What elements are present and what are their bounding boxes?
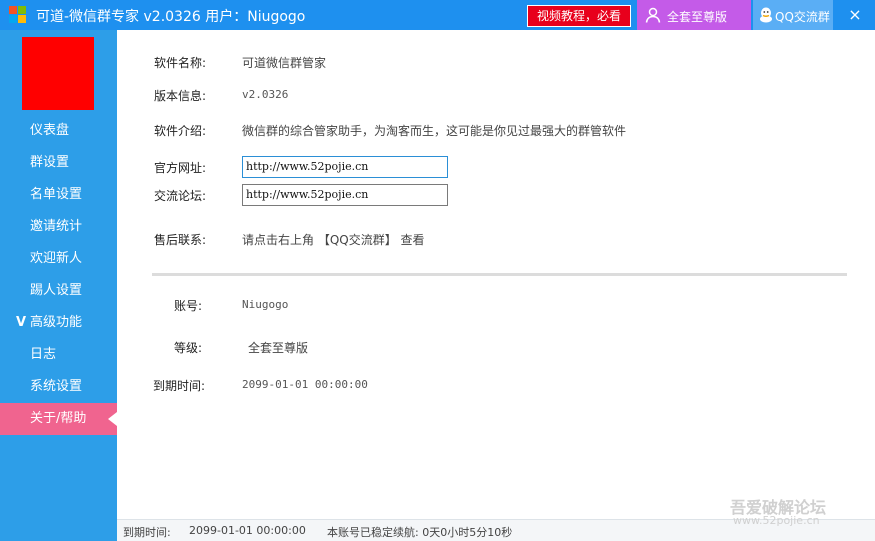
qq-penguin-icon (760, 7, 772, 23)
expiry-value: 2099-01-01 00:00:00 (242, 378, 368, 391)
status-runtime: 本账号已稳定续航: 0天0小时5分10秒 (327, 526, 513, 539)
sidebar-item-log[interactable]: 日志 (0, 339, 117, 371)
sidebar-item-welcome[interactable]: 欢迎新人 (0, 243, 117, 275)
sidebar-item-label: 邀请统计 (30, 219, 83, 234)
expand-chevron-icon: V (16, 315, 27, 330)
sidebar-item-advanced[interactable]: V 高级功能 (0, 307, 117, 339)
avatar[interactable] (22, 37, 94, 110)
software-name-value: 可道微信群管家 (242, 56, 327, 70)
sidebar-item-label: 系统设置 (30, 379, 83, 394)
sidebar-item-label: 高级功能 (30, 315, 83, 330)
account-label: 账号: (174, 299, 203, 313)
forum-field[interactable]: http://www.52pojie.cn (242, 184, 448, 206)
watermark-url: www.52pojie.cn (733, 514, 820, 527)
sidebar-item-label: 仪表盘 (30, 123, 70, 138)
vip-edition-button[interactable]: 全套至尊版 (637, 0, 751, 30)
window-title: 可道-微信群专家 v2.0326 用户：Niugogo (36, 9, 306, 25)
version-label: 版本信息: (154, 89, 207, 103)
sidebar-item-label: 日志 (30, 347, 57, 362)
status-expiry-value: 2099-01-01 00:00:00 (189, 524, 306, 537)
sidebar-item-dashboard[interactable]: 仪表盘 (0, 115, 117, 147)
intro-label: 软件介绍: (154, 124, 207, 138)
support-value: 请点击右上角 【QQ交流群】 查看 (242, 233, 425, 247)
sidebar-item-label: 欢迎新人 (30, 251, 83, 266)
close-button[interactable]: × (840, 3, 870, 27)
sidebar-item-invite-stats[interactable]: 邀请统计 (0, 211, 117, 243)
sidebar-item-label: 关于/帮助 (30, 411, 87, 426)
title-bar: 可道-微信群专家 v2.0326 用户：Niugogo 视频教程，必看 全套至尊… (0, 0, 875, 30)
website-field[interactable]: http://www.52pojie.cn (242, 156, 448, 178)
sidebar-item-about-help[interactable]: 关于/帮助 (0, 403, 117, 435)
forum-label: 交流论坛: (154, 189, 207, 203)
sidebar-item-list-settings[interactable]: 名单设置 (0, 179, 117, 211)
website-label: 官方网址: (154, 161, 207, 175)
software-name-label: 软件名称: (154, 56, 207, 70)
sidebar-item-label: 群设置 (30, 155, 70, 170)
status-expiry-label: 到期时间: (123, 526, 171, 539)
sidebar-item-kick-settings[interactable]: 踢人设置 (0, 275, 117, 307)
account-value: Niugogo (242, 298, 289, 311)
video-tutorial-button[interactable]: 视频教程，必看 (527, 5, 631, 27)
intro-value: 微信群的综合管家助手，为淘客而生，这可能是你见过最强大的群管软件 (242, 124, 627, 138)
expiry-label: 到期时间: (153, 379, 206, 393)
version-value: v2.0326 (242, 88, 289, 101)
section-divider (152, 273, 847, 276)
qq-group-button[interactable]: QQ交流群 (753, 0, 833, 30)
level-label: 等级: (174, 341, 203, 355)
qq-button-label: QQ交流群 (775, 10, 830, 24)
sidebar-item-group-settings[interactable]: 群设置 (0, 147, 117, 179)
about-panel: 软件名称: 可道微信群管家 版本信息: v2.0326 软件介绍: 微信群的综合… (117, 30, 875, 519)
sidebar-item-system-settings[interactable]: 系统设置 (0, 371, 117, 403)
app-logo-icon (9, 6, 27, 24)
user-icon (645, 7, 661, 23)
support-label: 售后联系: (154, 233, 207, 247)
level-value: 全套至尊版 (248, 341, 309, 355)
sidebar-item-label: 名单设置 (30, 187, 83, 202)
sidebar: 仪表盘 群设置 名单设置 邀请统计 欢迎新人 踢人设置 V 高级功能 日志 系统… (0, 30, 117, 541)
sidebar-item-label: 踢人设置 (30, 283, 83, 298)
vip-button-label: 全套至尊版 (667, 10, 728, 24)
